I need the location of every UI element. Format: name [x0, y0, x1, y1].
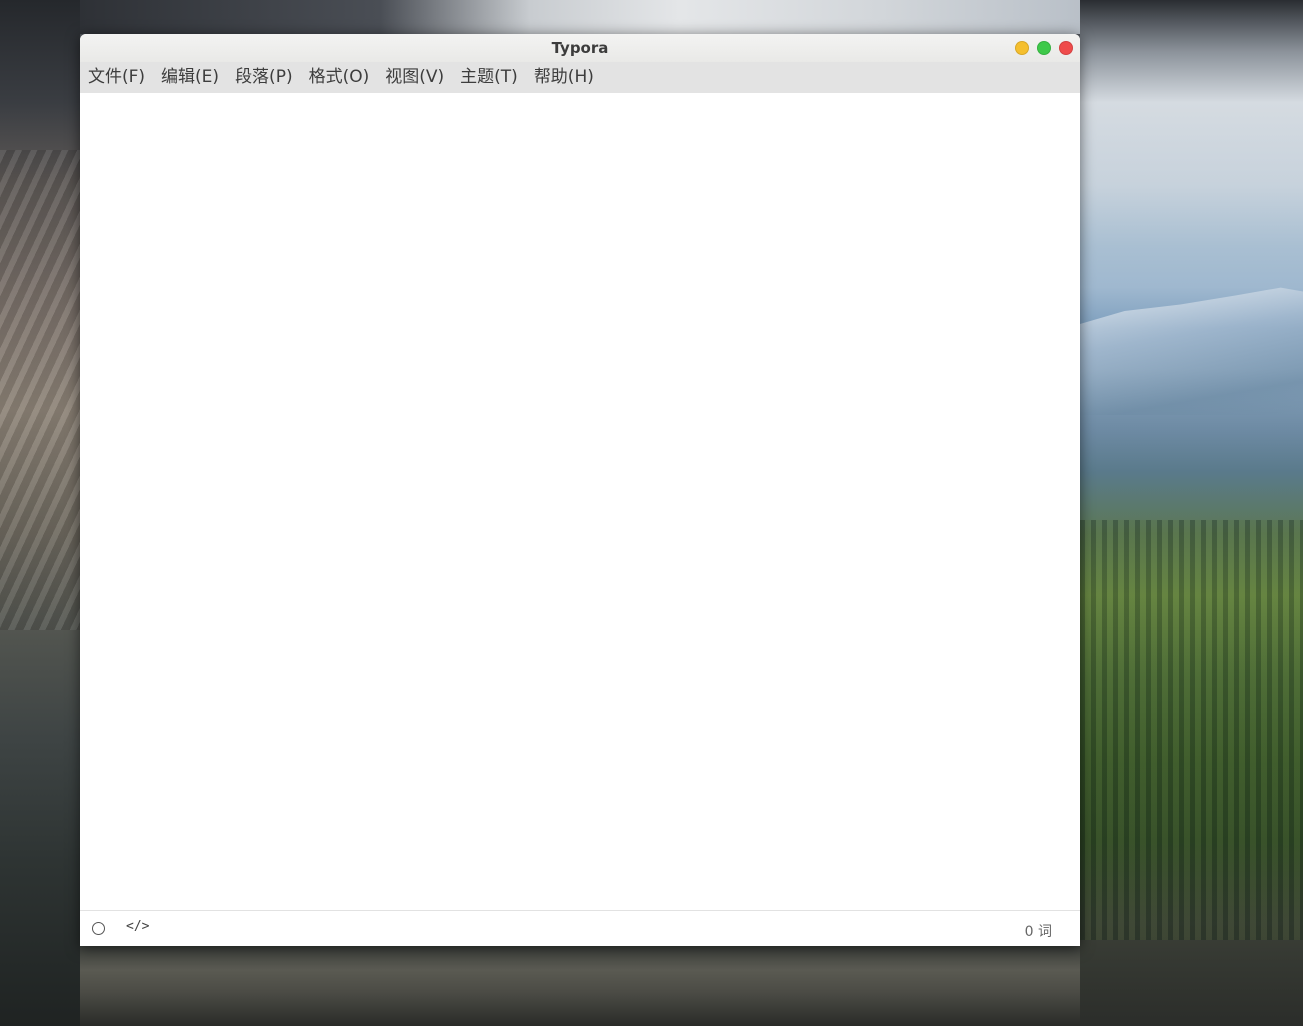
editor-area[interactable] [80, 93, 1080, 911]
typora-window: Typora 文件(F) 编辑(E) 段落(P) 格式(O) 视图(V) 主题(… [80, 34, 1080, 946]
minimize-button[interactable] [1015, 41, 1029, 55]
menu-help[interactable]: 帮助(H) [526, 62, 602, 93]
source-code-toggle-icon[interactable]: </> [126, 919, 149, 934]
status-bar: </> 0 词 [80, 910, 1080, 946]
close-button[interactable] [1059, 41, 1073, 55]
wallpaper-sky-top [80, 0, 1080, 34]
wallpaper-mountain [1080, 287, 1303, 415]
wallpaper-right-landscape [1080, 0, 1303, 1026]
menu-format[interactable]: 格式(O) [301, 62, 378, 93]
menu-edit[interactable]: 编辑(E) [153, 62, 227, 93]
wallpaper-forest [1080, 520, 1303, 940]
word-count[interactable]: 0 词 [1025, 921, 1052, 941]
wallpaper-left-cliff [0, 0, 80, 1026]
window-title: Typora [551, 39, 609, 57]
menu-view[interactable]: 视图(V) [377, 62, 452, 93]
menu-paragraph[interactable]: 段落(P) [227, 62, 301, 93]
title-bar[interactable]: Typora [80, 34, 1080, 63]
menu-file[interactable]: 文件(F) [80, 62, 153, 93]
menu-themes[interactable]: 主题(T) [452, 62, 526, 93]
outline-toggle-icon[interactable] [92, 922, 105, 935]
desktop-wallpaper: Typora 文件(F) 编辑(E) 段落(P) 格式(O) 视图(V) 主题(… [0, 0, 1303, 1026]
maximize-button[interactable] [1037, 41, 1051, 55]
menu-bar: 文件(F) 编辑(E) 段落(P) 格式(O) 视图(V) 主题(T) 帮助(H… [80, 62, 1080, 93]
wallpaper-bottom-rocks [80, 946, 1080, 1026]
